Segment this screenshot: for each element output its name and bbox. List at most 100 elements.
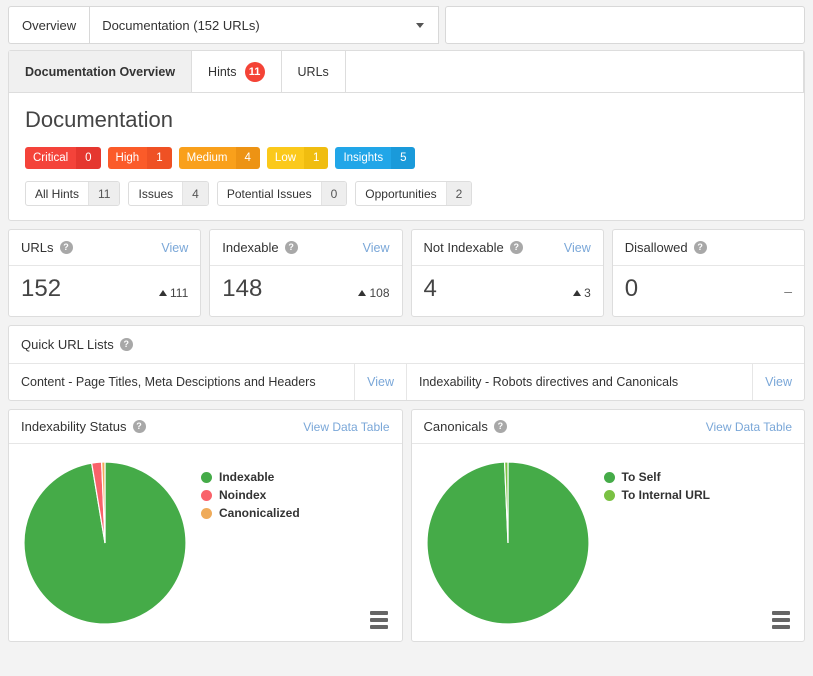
quick-list-view-link[interactable]: View: [354, 364, 406, 400]
legend-color-swatch: [201, 489, 212, 501]
tab-label: URLs: [297, 64, 329, 79]
triangle-up-icon: [358, 290, 367, 296]
tab-hints[interactable]: Hints 11: [192, 51, 282, 92]
metric-header: Indexable ? View: [210, 230, 402, 266]
triangle-up-icon: [159, 290, 167, 296]
filter-issues[interactable]: Issues 4: [128, 181, 209, 206]
metric-delta-value: 108: [369, 286, 390, 300]
metric-delta-value: –: [784, 283, 792, 299]
view-link[interactable]: View: [564, 241, 591, 255]
severity-label: Medium: [178, 147, 236, 169]
severity-badge-medium[interactable]: Medium 4: [178, 147, 260, 169]
overview-button[interactable]: Overview: [8, 6, 90, 44]
project-select-value: Documentation (152 URLs): [102, 17, 260, 33]
chart-title: Indexability Status: [21, 419, 127, 434]
filter-label: Opportunities: [365, 186, 437, 201]
quick-url-lists-card: Quick URL Lists ? Content - Page Titles,…: [8, 325, 805, 401]
tab-urls[interactable]: URLs: [281, 51, 346, 92]
legend-item[interactable]: To Self: [603, 470, 710, 484]
chart-legend: To Self To Internal URL: [603, 470, 710, 502]
top-bar: Overview Documentation (152 URLs): [0, 0, 813, 44]
metric-value: 0: [624, 275, 639, 302]
filter-count: 2: [445, 182, 472, 205]
severity-count: 1: [304, 147, 329, 169]
tab-label: Hints: [208, 64, 237, 79]
filter-all-hints[interactable]: All Hints 11: [25, 181, 121, 206]
metric-body: 148 108: [210, 266, 401, 316]
legend-item[interactable]: Canonicalized: [201, 506, 300, 520]
legend-label: To Internal URL: [621, 488, 710, 502]
tab-label: Documentation Overview: [25, 64, 176, 79]
view-data-table-link[interactable]: View Data Table: [706, 420, 792, 434]
pie-chart[interactable]: [23, 460, 187, 625]
chart-card-canonicals: Canonicals ? View Data Table To Self To I…: [410, 409, 805, 642]
legend-color-swatch: [603, 471, 615, 483]
metric-title: Not Indexable: [423, 240, 504, 255]
legend-label: To Self: [621, 470, 661, 484]
filter-potential-issues[interactable]: Potential Issues 0: [216, 181, 348, 206]
chart-area: To Self To Internal URL: [412, 444, 805, 641]
metric-card-indexable: Indexable ? View 148 108: [209, 229, 403, 317]
chart-title: Canonicals: [423, 419, 488, 434]
metric-value: 152: [21, 275, 62, 302]
legend-item[interactable]: Noindex: [201, 488, 300, 502]
help-icon[interactable]: ?: [509, 241, 523, 254]
filter-label: All Hints: [35, 186, 80, 201]
severity-badge-high[interactable]: High 1: [107, 147, 172, 169]
legend-item[interactable]: To Internal URL: [603, 488, 710, 502]
severity-count: 4: [235, 147, 260, 169]
pie-chart[interactable]: [425, 460, 590, 625]
metric-card-not-indexable: Not Indexable ? View 4 3: [410, 229, 604, 317]
help-icon[interactable]: ?: [132, 420, 146, 433]
filter-count: 4: [182, 182, 208, 205]
view-link[interactable]: View: [161, 241, 188, 255]
help-icon[interactable]: ?: [284, 241, 298, 254]
metric-value: 4: [423, 275, 437, 302]
severity-label: Insights: [335, 147, 392, 169]
tab-documentation-overview[interactable]: Documentation Overview: [9, 51, 193, 92]
filter-label: Issues: [138, 186, 174, 201]
quick-list-view-link[interactable]: View: [752, 364, 804, 400]
severity-badge-low[interactable]: Low 1: [266, 147, 329, 169]
help-icon[interactable]: ?: [493, 420, 507, 433]
severity-count: 5: [391, 147, 416, 169]
chart-header: Canonicals ? View Data Table: [411, 410, 804, 444]
metric-delta: 3: [573, 286, 591, 300]
filter-opportunities[interactable]: Opportunities 2: [355, 181, 473, 206]
quick-url-lists-header: Quick URL Lists ?: [9, 326, 804, 364]
metric-delta: 108: [358, 286, 390, 300]
view-link[interactable]: View: [363, 241, 390, 255]
legend-label: Noindex: [219, 488, 267, 502]
tab-strip-filler: [345, 51, 804, 92]
hamburger-menu-icon[interactable]: [369, 611, 388, 629]
help-icon[interactable]: ?: [693, 241, 707, 254]
chart-row: Indexability Status ? View Data Table In…: [8, 409, 805, 642]
hamburger-menu-icon[interactable]: [772, 611, 790, 629]
metric-card-row: URLs ? View 152 111 Indexable ? View 148: [8, 229, 805, 317]
filter-count: 0: [320, 182, 347, 205]
metric-card-urls: URLs ? View 152 111: [8, 229, 202, 317]
documentation-body: Documentation Critical 0 High 1 Medium 4…: [9, 93, 804, 220]
project-select[interactable]: Documentation (152 URLs): [89, 6, 440, 44]
help-icon[interactable]: ?: [59, 241, 73, 254]
help-icon[interactable]: ?: [119, 338, 133, 351]
filter-label: Potential Issues: [226, 186, 312, 201]
metric-body: 152 111: [9, 266, 200, 316]
metric-title: URLs: [21, 240, 54, 255]
legend-color-swatch: [201, 471, 212, 483]
view-data-table-link[interactable]: View Data Table: [303, 420, 389, 434]
topbar-empty-area: [445, 6, 805, 44]
filter-pill-row: All Hints 11 Issues 4 Potential Issues 0…: [25, 181, 788, 206]
metric-card-disallowed: Disallowed ? 0 –: [611, 229, 805, 317]
severity-label: Critical: [25, 147, 77, 169]
severity-badge-critical[interactable]: Critical 0: [25, 147, 101, 169]
quick-list-label: Indexability - Robots directives and Can…: [419, 375, 679, 389]
hints-count-badge: 11: [244, 61, 265, 82]
legend-color-swatch: [201, 507, 212, 519]
chart-header: Indexability Status ? View Data Table: [9, 410, 402, 444]
documentation-panel: Documentation Overview Hints 11 URLs Doc…: [8, 50, 805, 221]
legend-item[interactable]: Indexable: [201, 470, 300, 484]
metric-body: 4 3: [412, 266, 603, 316]
severity-badge-insights[interactable]: Insights 5: [335, 147, 416, 169]
chart-legend: Indexable Noindex Canonicalized: [201, 470, 300, 520]
